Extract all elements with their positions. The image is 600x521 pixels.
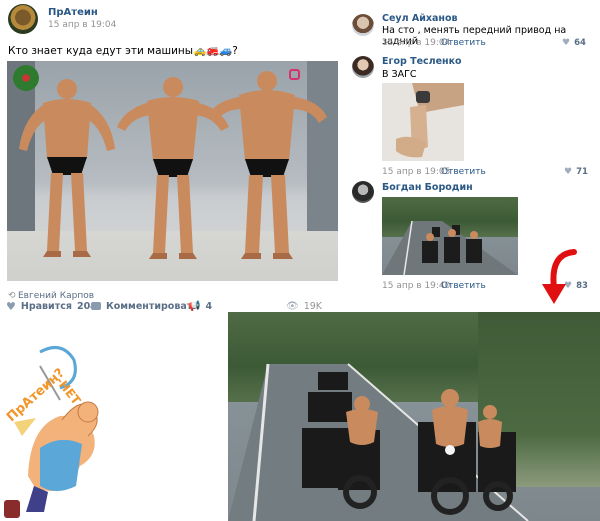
heart-icon: ♥ xyxy=(564,167,573,177)
cartoon-meme: ПрАтеин? -НЕТ xyxy=(0,336,110,521)
comment-label: Комментировать xyxy=(106,300,199,312)
cartoon-illustration xyxy=(4,346,99,518)
bikers-road-illustration xyxy=(228,363,529,521)
comment-author[interactable]: Сеул Айханов xyxy=(382,13,458,24)
comment-like-button[interactable]: ♥ 71 xyxy=(564,167,588,177)
comment-like-count: 71 xyxy=(576,167,588,177)
post-time[interactable]: 15 апр в 19:04 xyxy=(48,20,116,30)
reply-link[interactable]: Ответить xyxy=(441,281,486,291)
post-author-name[interactable]: ПрАтеин xyxy=(48,7,98,18)
bodybuilder-middle xyxy=(117,77,229,259)
wrist-watch-illustration xyxy=(396,83,464,158)
post-author-avatar[interactable] xyxy=(8,4,38,34)
reply-link[interactable]: Ответить xyxy=(441,38,486,48)
comment-button[interactable]: Комментировать xyxy=(91,299,198,313)
comment-like-count: 64 xyxy=(574,38,586,48)
bikers-illustration xyxy=(382,220,518,275)
reply-link[interactable]: Ответить xyxy=(441,167,486,177)
megaphone-icon: 📢 xyxy=(188,300,201,312)
bodybuilder-left xyxy=(19,79,115,257)
bodybuilders-illustration xyxy=(19,71,327,259)
comment-like-button[interactable]: ♥ 64 xyxy=(562,38,586,48)
comment-photo-watch[interactable] xyxy=(382,83,464,161)
heart-icon: ♥ xyxy=(6,299,16,313)
red-arrow-icon xyxy=(542,249,577,304)
eye-icon: 👁 xyxy=(286,300,299,312)
comment-avatar[interactable] xyxy=(352,14,374,36)
bodybuilder-right xyxy=(207,71,327,259)
comment-photo-bikers[interactable] xyxy=(382,197,518,275)
heart-icon: ♥ xyxy=(562,38,571,48)
comment-avatar[interactable] xyxy=(352,56,374,78)
like-label: Нравится xyxy=(20,300,72,312)
post-photo[interactable] xyxy=(7,61,338,281)
comment-author[interactable]: Богдан Бородин xyxy=(382,182,473,193)
post-text: Кто знает куда едут эти машины🚕🚒🚙? xyxy=(8,45,238,57)
comment-avatar[interactable] xyxy=(352,181,374,203)
views-counter: 👁 19K xyxy=(286,299,322,313)
like-button[interactable]: ♥ Нравится 204 xyxy=(6,299,97,313)
views-count: 19K xyxy=(303,300,323,312)
share-button[interactable]: 📢 4 xyxy=(188,299,212,313)
comment-icon xyxy=(91,302,101,310)
bikers-photo xyxy=(228,312,600,521)
share-count: 4 xyxy=(205,300,213,312)
comment-text: В ЗАГС xyxy=(382,69,417,80)
comment-author[interactable]: Егор Тесленко xyxy=(382,56,462,67)
